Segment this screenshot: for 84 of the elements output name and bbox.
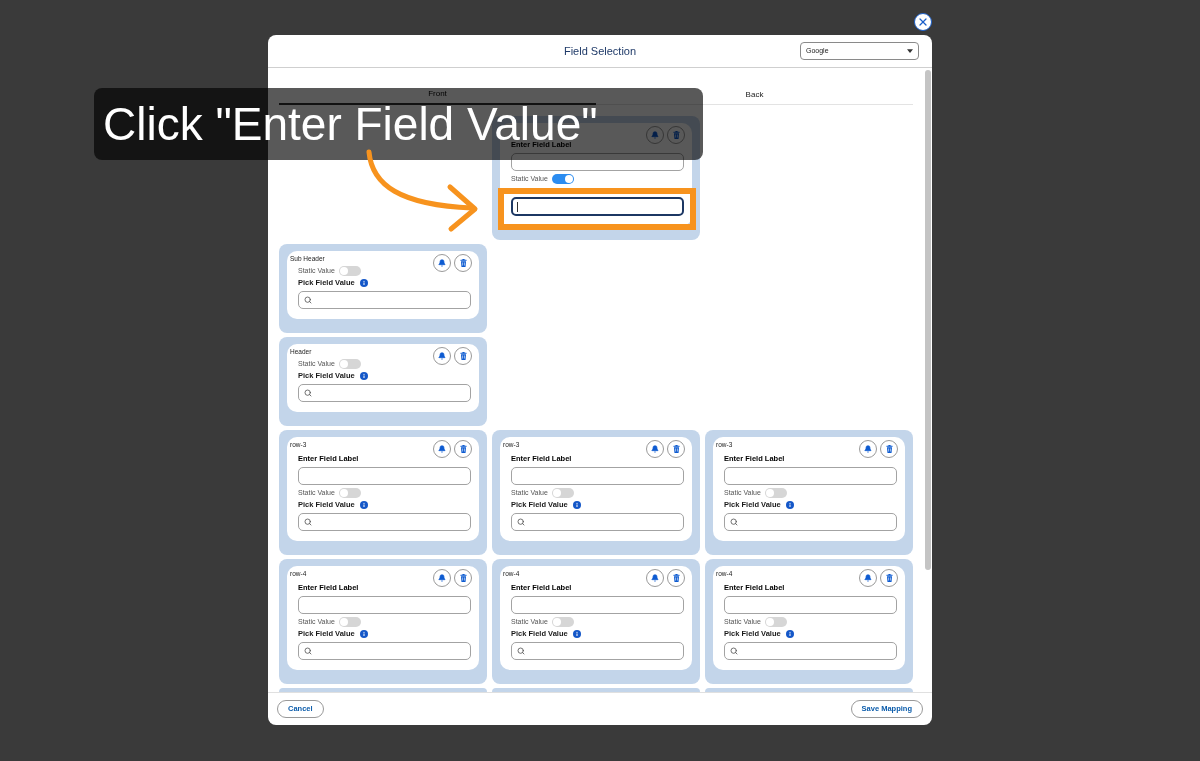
bell-icon	[864, 574, 872, 582]
toggle-switch[interactable]	[338, 359, 361, 369]
notify-button[interactable]	[859, 569, 877, 587]
bell-icon	[438, 352, 446, 360]
search-field[interactable]	[298, 642, 471, 660]
search-field[interactable]	[298, 384, 471, 402]
label-input[interactable]	[511, 153, 684, 171]
text-cursor	[517, 201, 518, 212]
delete-button[interactable]	[667, 569, 685, 587]
delete-button[interactable]	[454, 440, 472, 458]
trash-icon	[459, 574, 467, 582]
trash-icon	[459, 445, 467, 453]
toggle-switch[interactable]	[764, 617, 787, 627]
delete-button[interactable]	[667, 126, 685, 144]
info-icon	[572, 630, 581, 638]
label-input[interactable]	[511, 467, 684, 485]
toggle-switch[interactable]	[551, 174, 574, 184]
info-icon	[359, 630, 368, 638]
notify-button[interactable]	[433, 254, 451, 272]
bell-icon	[438, 259, 446, 267]
info-icon	[359, 279, 368, 287]
label-input[interactable]	[298, 596, 471, 614]
info-icon	[359, 372, 368, 380]
bell-icon	[864, 445, 872, 453]
trash-icon	[672, 445, 680, 453]
bell-icon	[651, 131, 659, 139]
close-icon	[917, 16, 929, 28]
toggle-switch[interactable]	[338, 617, 361, 627]
search-icon	[730, 518, 738, 526]
trash-icon	[885, 445, 893, 453]
bell-icon	[651, 445, 659, 453]
info-icon	[359, 501, 368, 509]
search-icon	[517, 518, 525, 526]
delete-button[interactable]	[454, 347, 472, 365]
search-field[interactable]	[298, 291, 471, 309]
scrollbar[interactable]	[925, 70, 931, 570]
delete-button[interactable]	[880, 569, 898, 587]
trash-icon	[885, 574, 893, 582]
toggle-switch[interactable]	[338, 488, 361, 498]
curved-arrow-icon	[366, 149, 478, 233]
notify-button[interactable]	[646, 440, 664, 458]
toggle-switch[interactable]	[551, 488, 574, 498]
trash-icon	[459, 352, 467, 360]
dialog-title: Field Selection	[563, 43, 637, 59]
search-field[interactable]	[511, 642, 684, 660]
notify-button[interactable]	[433, 347, 451, 365]
delete-button[interactable]	[454, 254, 472, 272]
notify-button[interactable]	[859, 440, 877, 458]
bell-icon	[651, 574, 659, 582]
delete-button[interactable]	[880, 440, 898, 458]
close-button[interactable]	[914, 13, 932, 31]
trash-icon	[459, 259, 467, 267]
notify-button[interactable]	[433, 569, 451, 587]
search-field[interactable]	[724, 642, 897, 660]
toggle-switch[interactable]	[551, 617, 574, 627]
search-icon	[304, 647, 312, 655]
bell-icon	[438, 574, 446, 582]
search-icon	[304, 518, 312, 526]
search-field[interactable]	[724, 513, 897, 531]
info-icon	[785, 501, 794, 509]
value-input[interactable]	[511, 197, 684, 216]
label-input[interactable]	[511, 596, 684, 614]
label-input[interactable]	[724, 596, 897, 614]
search-icon	[304, 296, 312, 304]
search-icon	[304, 389, 312, 397]
search-field[interactable]	[511, 513, 684, 531]
delete-button[interactable]	[454, 569, 472, 587]
toggle-switch[interactable]	[764, 488, 787, 498]
label-input[interactable]	[724, 467, 897, 485]
search-field[interactable]	[298, 513, 471, 531]
delete-button[interactable]	[667, 440, 685, 458]
tab[interactable]: Back	[596, 85, 913, 105]
caret-icon	[907, 49, 913, 53]
info-icon	[572, 501, 581, 509]
info-icon	[785, 630, 794, 638]
notify-button[interactable]	[646, 569, 664, 587]
trash-icon	[672, 131, 680, 139]
toggle-switch[interactable]	[338, 266, 361, 276]
trash-icon	[672, 574, 680, 582]
bell-icon	[438, 445, 446, 453]
label-input[interactable]	[298, 467, 471, 485]
search-icon	[517, 647, 525, 655]
notify-button[interactable]	[433, 440, 451, 458]
search-icon	[730, 647, 738, 655]
